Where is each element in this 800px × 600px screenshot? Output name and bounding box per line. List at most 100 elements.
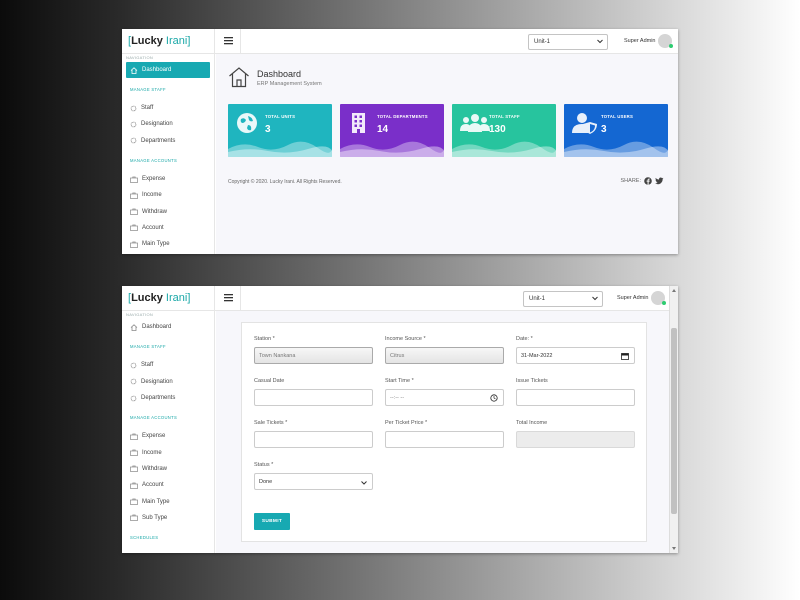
avatar[interactable]: [651, 291, 666, 305]
casual-date-label: Casual Date: [254, 378, 285, 384]
station-select[interactable]: Town Nankana: [254, 347, 373, 364]
avatar[interactable]: [658, 34, 673, 48]
home-icon: [130, 66, 138, 74]
sidebar-item-staff[interactable]: Staff: [122, 357, 214, 373]
brand-logo[interactable]: [Lucky Irani]: [122, 29, 215, 54]
sidebar-item-expense[interactable]: Expense: [122, 171, 214, 187]
sidebar-item-withdraw[interactable]: Withdraw: [122, 203, 214, 219]
sidebar-item-departments[interactable]: Departments: [122, 133, 214, 149]
briefcase-icon: [130, 482, 138, 489]
sidebar-item-departments[interactable]: Departments: [122, 390, 214, 406]
status-value: Done: [259, 479, 273, 485]
sidebar-item-income[interactable]: Income: [122, 187, 214, 203]
calendar-icon[interactable]: [621, 352, 629, 360]
share-label: SHARE:: [620, 178, 641, 184]
dashboard-main: Dashboard ERP Management System TOTAL UN…: [216, 54, 678, 254]
sidebar-item-label: Expense: [142, 176, 166, 183]
sidebar-item-sub-type[interactable]: Sub Type: [122, 510, 214, 526]
sidebar-item-dashboard[interactable]: Dashboard: [122, 319, 214, 335]
gear-icon: [130, 137, 137, 144]
building-icon: [352, 113, 365, 133]
sidebar-item-income[interactable]: Income: [122, 444, 214, 460]
users-icon: [460, 114, 490, 132]
sidebar-item-main-type[interactable]: Main Type: [122, 236, 214, 252]
user-name: Super Admin: [617, 295, 649, 301]
wave-decoration: [340, 141, 444, 157]
stat-card-total-staff[interactable]: TOTAL STAFF 130: [452, 104, 556, 157]
dashboard-screenshot: [Lucky Irani] Unit-1 Super Admin NAVIGAT…: [122, 29, 678, 254]
chevron-down-icon: [597, 39, 603, 44]
sidebar-item-label: Expense: [142, 433, 166, 440]
scroll-down-arrow-icon[interactable]: [672, 547, 676, 550]
stat-card-label: TOTAL STAFF: [489, 114, 520, 119]
unit-select-value: Unit-1: [534, 39, 551, 45]
casual-date-input[interactable]: [254, 389, 373, 406]
income-source-label: Income Source *: [385, 336, 426, 342]
unit-select[interactable]: Unit-1: [528, 34, 608, 50]
sidebar-item-account[interactable]: Account: [122, 220, 214, 236]
stat-card-total-departments[interactable]: TOTAL DEPARTMENTS 14: [340, 104, 444, 157]
home-icon: [130, 323, 138, 331]
sidebar-item-withdraw[interactable]: Withdraw: [122, 461, 214, 477]
stat-card-total-units[interactable]: TOTAL UNITS 3: [228, 104, 332, 157]
start-time-input[interactable]: --:-- --: [385, 389, 504, 406]
income-source-select[interactable]: Citrus: [385, 347, 504, 364]
issue-tickets-label: Issue Tickets: [516, 378, 548, 384]
briefcase-icon: [130, 449, 138, 456]
submit-button[interactable]: SUBMIT: [254, 513, 290, 530]
wave-decoration: [228, 141, 332, 157]
briefcase-icon: [130, 208, 138, 215]
menu-toggle-button[interactable]: [217, 29, 241, 54]
sidebar-item-label: Departments: [141, 137, 176, 144]
scroll-up-arrow-icon[interactable]: [672, 289, 676, 292]
page-subtitle: ERP Management System: [257, 81, 322, 87]
section-heading-staff: MANAGE STAFF: [130, 87, 166, 92]
hamburger-icon: [224, 37, 233, 45]
sale-tickets-input[interactable]: [254, 431, 373, 448]
menu-toggle-button[interactable]: [217, 286, 241, 311]
page-title: Dashboard: [257, 69, 302, 79]
sidebar-item-main-type[interactable]: Main Type: [122, 493, 214, 509]
twitter-icon[interactable]: [655, 177, 664, 185]
scrollbar-thumb[interactable]: [671, 328, 677, 514]
stat-card-total-users[interactable]: TOTAL USERS 3: [564, 104, 668, 157]
gear-icon: [130, 362, 137, 369]
status-select[interactable]: Done: [254, 473, 373, 490]
briefcase-icon: [130, 176, 138, 183]
sidebar-item-expense[interactable]: Expense: [122, 428, 214, 444]
vertical-scrollbar[interactable]: [669, 286, 678, 553]
briefcase-icon: [130, 433, 138, 440]
chevron-down-icon: [361, 481, 367, 485]
sidebar-item-dashboard[interactable]: Dashboard: [126, 62, 210, 78]
briefcase-icon: [130, 498, 138, 505]
facebook-icon[interactable]: [644, 177, 652, 185]
sidebar-item-staff[interactable]: Staff: [122, 100, 214, 116]
sidebar-item-account[interactable]: Account: [122, 477, 214, 493]
per-ticket-price-input[interactable]: [385, 431, 504, 448]
sidebar-item-label: Income: [142, 192, 162, 199]
home-icon: [229, 67, 249, 88]
logo-bracket: ]: [187, 292, 191, 304]
gear-icon: [130, 378, 137, 385]
date-input[interactable]: 31-Mar-2022: [516, 347, 635, 364]
sidebar-item-label: Departments: [141, 395, 176, 402]
station-value: Town Nankana: [259, 353, 296, 359]
top-bar: [Lucky Irani] Unit-1 Super Admin: [122, 286, 678, 311]
briefcase-icon: [130, 466, 138, 473]
sidebar-item-label: Dashboard: [142, 67, 172, 73]
online-status-dot: [669, 44, 673, 48]
gear-icon: [130, 121, 137, 128]
issue-tickets-input[interactable]: [516, 389, 635, 406]
logo-text: Lucky: [131, 292, 166, 304]
brand-logo[interactable]: [Lucky Irani]: [122, 286, 215, 311]
sidebar-item-designation[interactable]: Designation: [122, 116, 214, 132]
clock-icon[interactable]: [490, 394, 498, 402]
gear-icon: [130, 395, 137, 401]
sidebar-item-label: Dashboard: [142, 324, 172, 331]
sidebar-item-designation[interactable]: Designation: [122, 374, 214, 390]
sidebar: NAVIGATION Dashboard MANAGE STAFF Staff …: [122, 311, 215, 553]
sidebar-item-label: Main Type: [142, 498, 170, 505]
stat-card-label: TOTAL UNITS: [265, 114, 296, 119]
station-label: Station *: [254, 336, 275, 342]
unit-select[interactable]: Unit-1: [523, 291, 603, 307]
